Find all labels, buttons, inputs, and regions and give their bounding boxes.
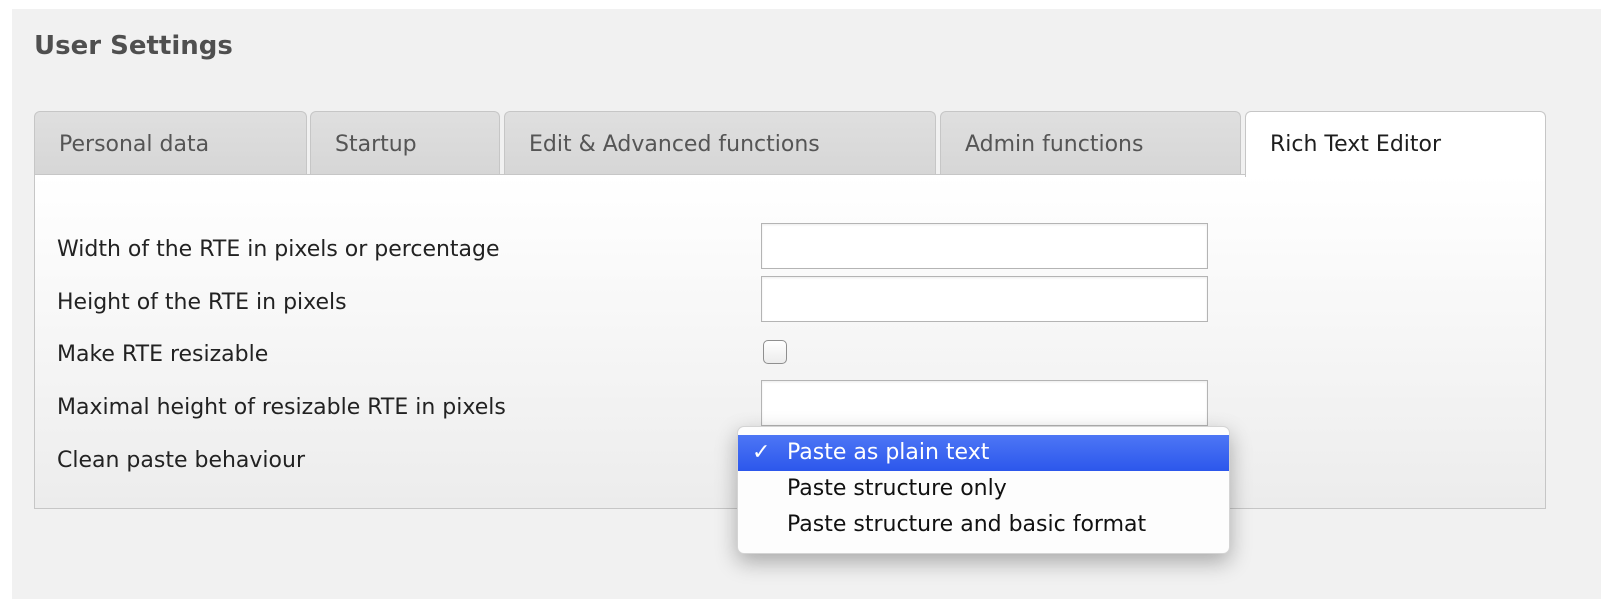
option-label: Paste structure only: [787, 476, 1007, 501]
clean-paste-label: Clean paste behaviour: [57, 448, 305, 473]
rte-height-input[interactable]: [761, 276, 1208, 322]
checkmark-icon: ✓: [752, 440, 771, 465]
rte-resizable-checkbox[interactable]: [763, 340, 787, 364]
option-label: Paste structure and basic format: [787, 512, 1147, 537]
option-paste-as-plain-text[interactable]: ✓ Paste as plain text: [738, 435, 1229, 471]
tab-label: Edit & Advanced functions: [529, 132, 820, 157]
rte-resizable-label: Make RTE resizable: [57, 342, 269, 367]
rte-max-height-input[interactable]: [761, 380, 1208, 426]
rte-width-label: Width of the RTE in pixels or percentage: [57, 237, 500, 262]
tab-label: Personal data: [59, 132, 210, 157]
rte-max-height-label: Maximal height of resizable RTE in pixel…: [57, 395, 506, 420]
tab-edit-advanced-functions[interactable]: Edit & Advanced functions: [504, 111, 936, 175]
tab-personal-data[interactable]: Personal data: [34, 111, 307, 175]
tab-label: Rich Text Editor: [1270, 132, 1442, 157]
rte-width-input[interactable]: [761, 223, 1208, 269]
page-title: User Settings: [34, 31, 233, 61]
tab-rich-text-editor[interactable]: Rich Text Editor: [1245, 111, 1546, 177]
clean-paste-dropdown-menu[interactable]: ✓ Paste as plain text Paste structure on…: [737, 426, 1230, 554]
tab-admin-functions[interactable]: Admin functions: [940, 111, 1241, 175]
tab-startup[interactable]: Startup: [310, 111, 500, 175]
option-paste-structure-only[interactable]: Paste structure only: [738, 471, 1229, 507]
option-label: Paste as plain text: [787, 440, 990, 465]
rte-height-label: Height of the RTE in pixels: [57, 290, 347, 315]
tab-label: Admin functions: [965, 132, 1144, 157]
option-paste-structure-and-basic-format[interactable]: Paste structure and basic format: [738, 507, 1229, 543]
tab-label: Startup: [335, 132, 417, 157]
